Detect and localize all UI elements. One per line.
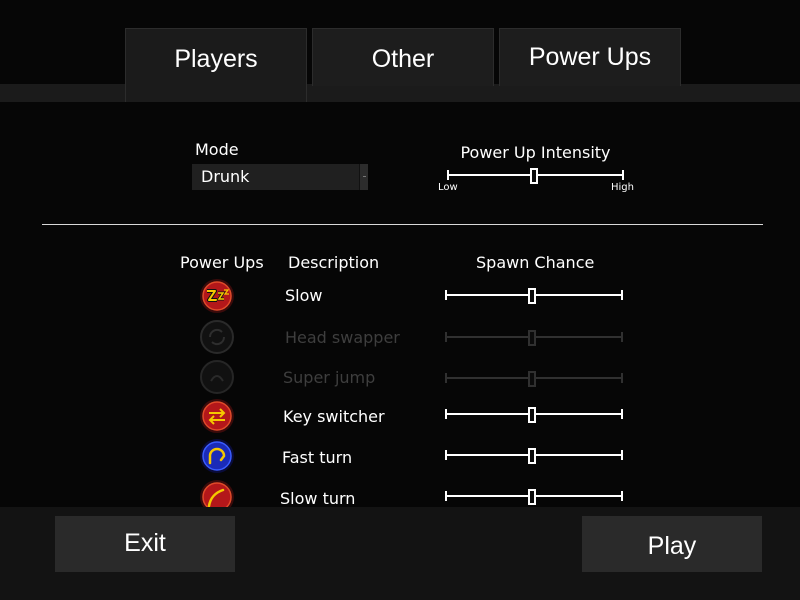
zzz-icon: [199, 278, 235, 314]
powerup-name-super-jump: Super jump: [283, 368, 376, 387]
header-description: Description: [288, 253, 380, 272]
slider-max-tick: [621, 290, 623, 300]
header-spawn-chance: Spawn Chance: [476, 253, 595, 272]
play-button[interactable]: Play: [582, 516, 762, 572]
slider-thumb[interactable]: [529, 168, 538, 184]
intensity-low-label: Low: [438, 182, 458, 193]
powerup-name-key-switcher: Key switcher: [283, 407, 385, 426]
slider-max-tick: [621, 409, 623, 419]
mode-value: Drunk: [201, 167, 250, 186]
slider-max-tick: [621, 491, 623, 501]
slider-thumb[interactable]: [528, 330, 537, 346]
exit-button[interactable]: Exit: [55, 516, 235, 572]
spawn-slider-head-swapper[interactable]: [445, 330, 623, 346]
slider-min-tick: [445, 290, 447, 300]
tab-players[interactable]: Players: [125, 28, 307, 102]
spawn-slider-fast-turn[interactable]: [445, 448, 623, 464]
slider-min-tick: [445, 373, 447, 383]
slider-max-tick: [621, 450, 623, 460]
slider-max-tick: [621, 373, 623, 383]
mode-label: Mode: [195, 140, 239, 159]
tab-power-ups[interactable]: Power Ups: [499, 28, 681, 86]
slider-min-tick: [445, 332, 447, 342]
intensity-slider[interactable]: [447, 168, 624, 184]
slider-min-tick: [445, 450, 447, 460]
slider-thumb[interactable]: [528, 288, 537, 304]
intensity-label: Power Up Intensity: [460, 143, 611, 162]
jump-icon: [199, 359, 235, 395]
tab-strip: [0, 84, 800, 102]
spawn-slider-slow[interactable]: [445, 288, 623, 304]
slider-min-tick: [445, 409, 447, 419]
swap-circle-icon: [199, 319, 235, 355]
intensity-high-label: High: [611, 182, 634, 193]
arrows-switch-icon: [199, 398, 235, 434]
slider-thumb[interactable]: [528, 489, 537, 505]
header-power-ups: Power Ups: [180, 253, 264, 272]
spawn-slider-key-switcher[interactable]: [445, 407, 623, 423]
slider-min-tick: [445, 491, 447, 501]
divider: [42, 224, 763, 225]
powerup-name-fast-turn: Fast turn: [282, 448, 353, 467]
powerup-name-slow-turn: Slow turn: [280, 489, 356, 508]
spawn-slider-slow-turn[interactable]: [445, 489, 623, 505]
mode-dropdown[interactable]: Drunk: [192, 164, 368, 190]
slider-thumb[interactable]: [528, 407, 537, 423]
powerup-name-slow: Slow: [285, 286, 323, 305]
dropdown-arrow-icon[interactable]: [359, 164, 368, 190]
slider-min-tick: [447, 170, 449, 180]
sharp-turn-icon: [199, 438, 235, 474]
slider-max-tick: [622, 170, 624, 180]
slider-thumb[interactable]: [528, 371, 537, 387]
tab-bar: Players Other Power Ups: [0, 0, 800, 102]
tab-other[interactable]: Other: [312, 28, 494, 86]
spawn-slider-super-jump[interactable]: [445, 371, 623, 387]
powerup-name-head-swapper: Head swapper: [285, 328, 400, 347]
slider-thumb[interactable]: [528, 448, 537, 464]
slider-max-tick: [621, 332, 623, 342]
